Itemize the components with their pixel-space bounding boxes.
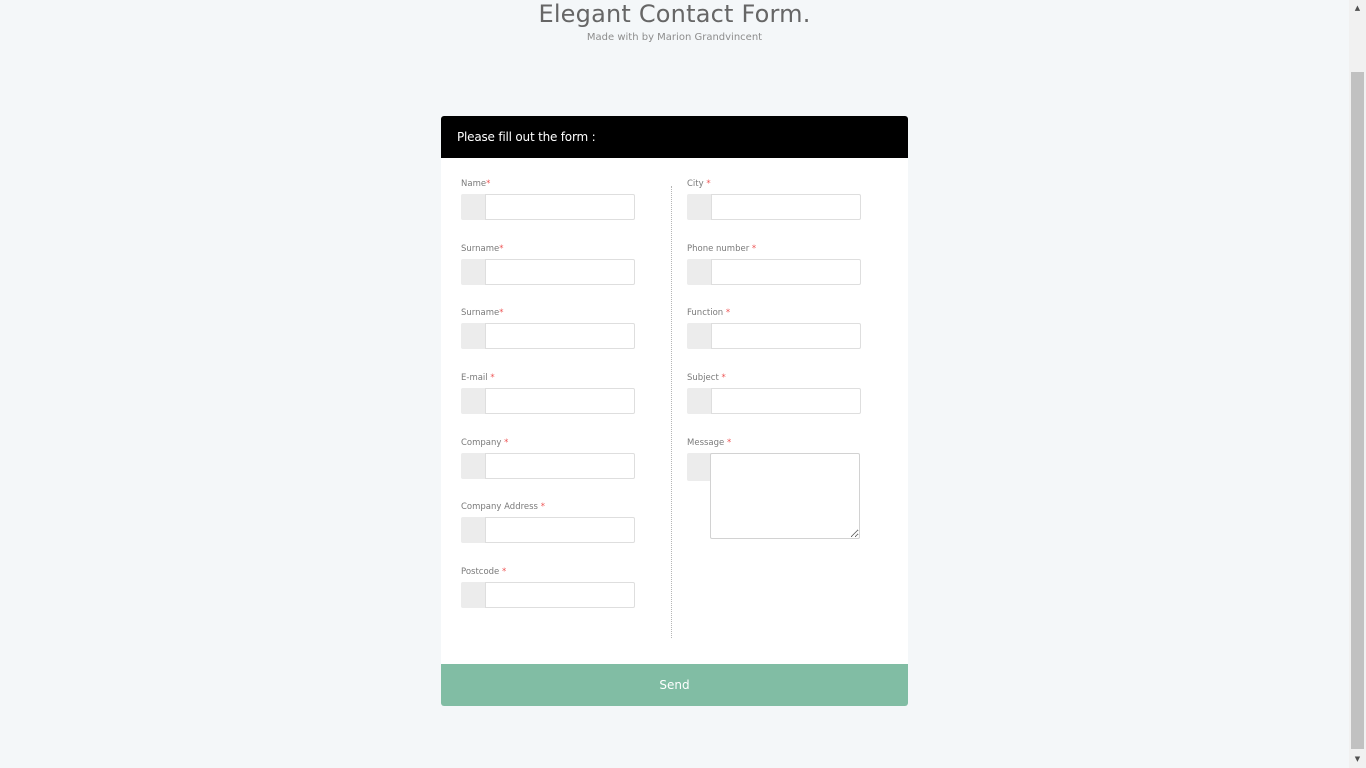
field-surname: Surname* — [461, 239, 635, 285]
input-addon-icon — [687, 194, 712, 220]
field-label: Postcode * — [461, 567, 507, 577]
city-input[interactable] — [711, 194, 861, 220]
page-scrollbar[interactable]: ▲ ▼ — [1349, 0, 1366, 768]
input-addon-icon — [687, 388, 712, 414]
input-addon-icon — [687, 453, 712, 481]
page-title: Elegant Contact Form. — [538, 0, 811, 28]
field-label: Phone number * — [687, 244, 757, 254]
field-label: Function * — [687, 308, 731, 318]
field-surname-2: Surname* — [461, 303, 635, 349]
company-input[interactable] — [485, 453, 635, 479]
email-input[interactable] — [485, 388, 635, 414]
field-label: Company Address * — [461, 502, 545, 512]
send-button[interactable]: Send — [441, 664, 908, 706]
function-input[interactable] — [711, 323, 861, 349]
company-address-input[interactable] — [485, 517, 635, 543]
scroll-thumb[interactable] — [1351, 72, 1364, 749]
field-email: E-mail * — [461, 368, 635, 414]
name-input[interactable] — [485, 194, 635, 220]
input-addon-icon — [461, 453, 486, 479]
field-postcode: Postcode * — [461, 562, 635, 608]
field-subject: Subject * — [687, 368, 861, 414]
field-message: Message * — [687, 433, 861, 539]
scroll-down-arrow-icon[interactable]: ▼ — [1349, 751, 1366, 768]
input-addon-icon — [461, 259, 486, 285]
form-header: Please fill out the form : — [441, 116, 908, 158]
field-label: City * — [687, 179, 711, 189]
surname-input[interactable] — [485, 259, 635, 285]
field-label: Surname* — [461, 244, 504, 254]
page-subtitle: Made with by Marion Grandvincent — [586, 32, 763, 43]
surname-2-input[interactable] — [485, 323, 635, 349]
field-label: Surname* — [461, 308, 504, 318]
input-addon-icon — [687, 323, 712, 349]
field-label: Subject * — [687, 373, 726, 383]
field-company-address: Company Address * — [461, 497, 635, 543]
field-label: Name* — [461, 179, 491, 189]
scroll-up-arrow-icon[interactable]: ▲ — [1349, 0, 1366, 17]
input-addon-icon — [461, 388, 486, 414]
field-company: Company * — [461, 433, 635, 479]
field-label: E-mail * — [461, 373, 495, 383]
input-addon-icon — [461, 323, 486, 349]
input-addon-icon — [461, 194, 486, 220]
field-name: Name* — [461, 174, 635, 220]
field-phone-number: Phone number * — [687, 239, 861, 285]
contact-form-card: Please fill out the form : Name* Surname… — [441, 116, 908, 706]
phone-number-input[interactable] — [711, 259, 861, 285]
field-label: Message * — [687, 438, 732, 448]
field-label: Company * — [461, 438, 509, 448]
message-textarea[interactable] — [710, 453, 860, 539]
column-divider — [671, 186, 672, 638]
input-addon-icon — [461, 582, 486, 608]
input-addon-icon — [687, 259, 712, 285]
input-addon-icon — [461, 517, 486, 543]
field-city: City * — [687, 174, 861, 220]
postcode-input[interactable] — [485, 582, 635, 608]
subject-input[interactable] — [711, 388, 861, 414]
field-function: Function * — [687, 303, 861, 349]
